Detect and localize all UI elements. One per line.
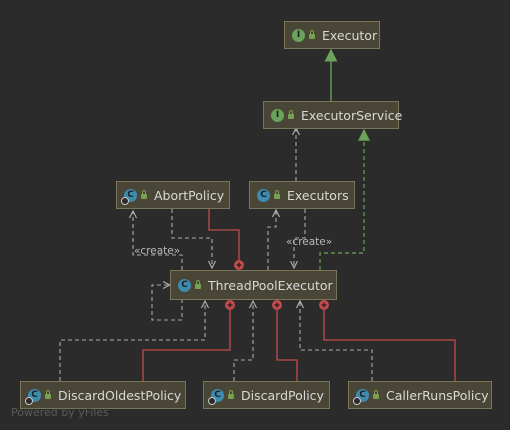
node-label: Executors — [287, 187, 349, 203]
class-icon: C — [257, 188, 270, 202]
lock-icon — [195, 280, 201, 289]
edge-callerrunspolicy-inner-of-threadpoolexecutor — [323, 310, 456, 381]
lock-icon — [228, 390, 234, 399]
node-abort-policy[interactable]: C AbortPolicy — [116, 181, 230, 209]
lock-icon — [141, 190, 147, 199]
class-icon: C — [353, 388, 369, 405]
node-executor[interactable]: I Executor — [284, 21, 380, 49]
node-label: ThreadPoolExecutor — [208, 277, 333, 293]
edge-label-create-right: «create» — [286, 236, 333, 248]
interface-icon: I — [271, 108, 284, 122]
node-label: Executor — [322, 27, 378, 43]
edge-callerrunspolicy-uses-threadpoolexecutor — [300, 301, 373, 381]
lock-icon — [373, 390, 379, 399]
node-thread-pool-executor[interactable]: C ThreadPoolExecutor — [170, 270, 337, 300]
lock-icon — [309, 30, 315, 39]
edge-discardoldestpolicy-inner-of-threadpoolexecutor — [142, 310, 231, 381]
watermark: Powered by yFiles — [11, 406, 109, 419]
node-caller-runs-policy[interactable]: C CallerRunsPolicy — [348, 381, 492, 409]
lock-icon — [274, 190, 280, 199]
node-label: DiscardPolicy — [241, 387, 324, 403]
edge-abortpolicy-inner-of-threadpoolexecutor — [208, 209, 240, 260]
diagram-canvas — [59, 48, 456, 381]
lock-icon — [288, 110, 294, 119]
node-executors[interactable]: C Executors — [249, 181, 355, 209]
edge-discardoldestpolicy-uses-threadpoolexecutor — [59, 301, 205, 381]
node-label: ExecutorService — [301, 107, 403, 123]
interface-icon: I — [292, 28, 305, 42]
edge-discardpolicy-uses-threadpoolexecutor — [233, 301, 253, 381]
node-label: CallerRunsPolicy — [386, 387, 489, 403]
node-executor-service[interactable]: I ExecutorService — [263, 101, 403, 129]
class-icon: C — [25, 388, 41, 405]
edge-threadpoolexecutor-uses-abortpolicy — [133, 211, 183, 270]
edge-abortpolicy-create-threadpoolexecutor — [171, 209, 212, 268]
lock-icon — [45, 390, 51, 399]
edge-discardpolicy-inner-of-threadpoolexecutor — [276, 310, 298, 381]
class-icon: C — [208, 388, 224, 405]
node-label: DiscardOldestPolicy — [58, 387, 182, 403]
node-discard-policy[interactable]: C DiscardPolicy — [203, 381, 330, 409]
class-icon: C — [178, 278, 191, 292]
edge-threadpoolexecutor-uses-executors — [267, 210, 276, 270]
edge-label-create-left: «create» — [134, 245, 181, 257]
node-label: AbortPolicy — [154, 187, 225, 203]
class-icon: C — [121, 188, 137, 205]
node-discard-oldest-policy[interactable]: C DiscardOldestPolicy — [20, 381, 186, 409]
